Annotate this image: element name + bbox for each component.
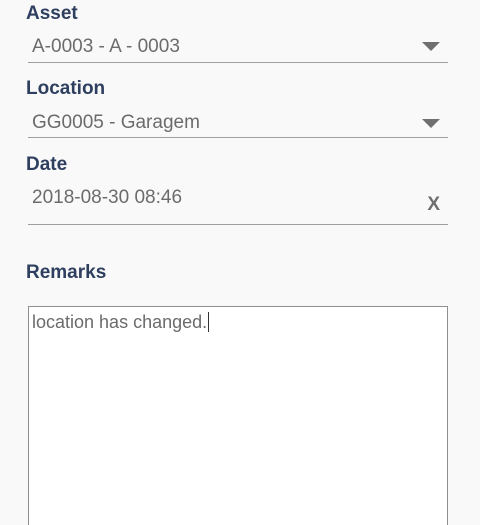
date-label: Date — [26, 154, 68, 175]
chevron-down-icon[interactable] — [422, 42, 440, 51]
location-label: Location — [26, 78, 106, 99]
text-caret — [208, 312, 210, 332]
date-field[interactable]: 2018-08-30 08:46 X — [28, 184, 448, 225]
asset-form: Asset A-0003 - A - 0003 Location GG0005 … — [0, 0, 480, 525]
remarks-text: location has changed. — [32, 311, 210, 333]
date-value: 2018-08-30 08:46 — [32, 187, 183, 208]
location-select[interactable]: GG0005 - Garagem — [28, 110, 448, 138]
remarks-textarea[interactable]: location has changed. — [28, 306, 448, 525]
remarks-value: location has changed. — [32, 312, 208, 332]
location-value: GG0005 - Garagem — [32, 112, 200, 133]
asset-select[interactable]: A-0003 - A - 0003 — [28, 34, 448, 63]
chevron-down-icon[interactable] — [422, 119, 440, 128]
close-icon[interactable]: X — [427, 194, 440, 216]
remarks-label: Remarks — [26, 262, 107, 283]
asset-value: A-0003 - A - 0003 — [32, 36, 180, 57]
asset-label: Asset — [26, 3, 78, 24]
